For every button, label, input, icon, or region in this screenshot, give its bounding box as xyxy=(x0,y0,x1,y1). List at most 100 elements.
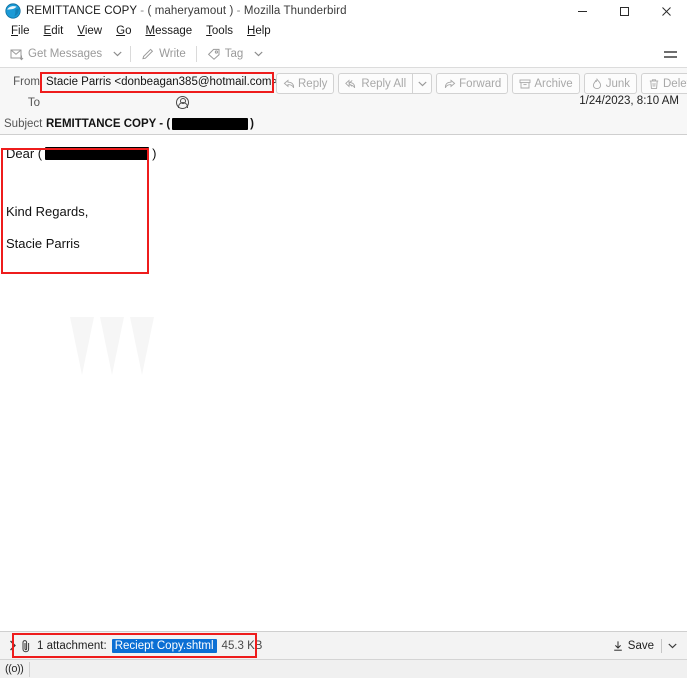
menu-message-label: essage xyxy=(155,25,192,37)
to-label: To xyxy=(4,97,46,109)
header-row-subject: Subject REMITTANCE COPY - ( ) xyxy=(0,113,687,134)
junk-label: Junk xyxy=(606,78,630,90)
menu-go[interactable]: Go xyxy=(109,22,138,40)
minimize-icon xyxy=(577,6,588,17)
write-label: Write xyxy=(159,48,186,60)
forward-label: Forward xyxy=(459,78,501,90)
subject-redaction xyxy=(172,118,248,130)
reply-button[interactable]: Reply xyxy=(276,73,334,94)
status-bar: ((o)) xyxy=(0,659,687,678)
body-signature: Stacie Parris xyxy=(6,235,687,252)
menu-view-key: V xyxy=(77,25,84,37)
body-blank-space xyxy=(6,163,687,203)
window-title-main: REMITTANCE COPY xyxy=(26,5,137,17)
app-menu-button[interactable] xyxy=(659,44,681,64)
archive-button[interactable]: Archive xyxy=(512,73,579,94)
hamburger-menu-icon-bar2 xyxy=(664,56,677,58)
to-address-redacted xyxy=(46,97,171,109)
menu-file[interactable]: File xyxy=(4,22,37,40)
attachment-file-size: 45.3 KB xyxy=(222,640,263,652)
body-closing: Kind Regards, xyxy=(6,203,687,220)
message-date: 1/24/2023, 8:10 AM xyxy=(579,95,679,107)
menu-message-key: M xyxy=(145,25,155,37)
menu-tools[interactable]: Tools xyxy=(199,22,240,40)
chevron-down-icon xyxy=(668,643,677,649)
maximize-icon xyxy=(619,6,630,17)
save-divider xyxy=(661,639,662,653)
subject-prefix: REMITTANCE COPY - ( xyxy=(46,118,170,130)
toolbar-divider-1 xyxy=(130,46,131,62)
menu-view[interactable]: View xyxy=(70,22,109,40)
reply-all-button[interactable]: Reply All xyxy=(338,73,412,94)
attachment-info: 1 attachment: Reciept Copy.shtml 45.3 KB xyxy=(20,639,262,653)
chevron-down-icon xyxy=(418,81,427,87)
menu-edit-label: dit xyxy=(51,25,63,37)
menu-file-label: ile xyxy=(18,25,30,37)
subject-value-container: REMITTANCE COPY - ( ) xyxy=(46,118,254,130)
tag-dropdown[interactable] xyxy=(249,43,267,65)
reply-all-group: Reply All xyxy=(338,73,432,94)
reply-all-label: Reply All xyxy=(361,78,406,90)
message-action-buttons: Reply Reply All xyxy=(276,73,687,94)
tag-label: Tag xyxy=(225,48,244,60)
attachment-expander-button[interactable] xyxy=(6,640,20,651)
archive-box-icon xyxy=(519,78,531,90)
window-title-app: Mozilla Thunderbird xyxy=(244,5,347,17)
thunderbird-window: REMITTANCE COPY - ( maheryamout ) - Mozi… xyxy=(0,0,687,678)
tag-button[interactable]: Tag xyxy=(201,43,250,65)
attachment-bar: 1 attachment: Reciept Copy.shtml 45.3 KB… xyxy=(0,631,687,659)
body-greeting: Dear ( ) xyxy=(6,145,687,162)
window-title: REMITTANCE COPY - ( maheryamout ) - Mozi… xyxy=(26,5,347,17)
menu-tools-label: ools xyxy=(212,25,233,37)
menu-help[interactable]: Help xyxy=(240,22,278,40)
hamburger-menu-icon xyxy=(664,51,677,53)
close-icon xyxy=(661,6,672,17)
get-messages-label: Get Messages xyxy=(28,48,102,60)
window-title-sep2: - xyxy=(233,5,244,17)
expand-right-icon xyxy=(9,640,17,651)
forward-icon xyxy=(443,78,456,90)
body-greeting-suffix: ) xyxy=(152,145,156,162)
junk-button[interactable]: Junk xyxy=(584,73,637,94)
menu-message[interactable]: Message xyxy=(138,22,199,40)
menu-go-label: o xyxy=(125,25,131,37)
from-value-container[interactable]: Stacie Parris <donbeagan385@hotmail.com> xyxy=(46,75,296,88)
delete-label: Delete xyxy=(663,78,687,90)
window-controls xyxy=(561,0,687,22)
menu-view-label: iew xyxy=(85,25,102,37)
close-button[interactable] xyxy=(645,0,687,22)
reply-icon xyxy=(283,78,295,90)
message-body: Dear ( ) Kind Regards, Stacie Parris xyxy=(0,135,687,631)
toolbar-divider-2 xyxy=(196,46,197,62)
download-icon xyxy=(612,640,624,652)
attachment-file-name[interactable]: Reciept Copy.shtml xyxy=(112,639,217,653)
message-header: From Stacie Parris <donbeagan385@hotmail… xyxy=(0,68,687,135)
write-button[interactable]: Write xyxy=(135,43,192,65)
minimize-button[interactable] xyxy=(561,0,603,22)
background-watermark xyxy=(58,313,168,387)
from-label: From xyxy=(4,76,46,88)
forward-button[interactable]: Forward xyxy=(436,73,508,94)
maximize-button[interactable] xyxy=(603,0,645,22)
from-address: Stacie Parris <donbeagan385@hotmail.com> xyxy=(46,76,278,88)
chevron-down-icon xyxy=(254,51,263,57)
menu-edit[interactable]: Edit xyxy=(37,22,71,40)
body-closing-text: Kind Regards, xyxy=(6,203,88,220)
broadcast-signal-icon: ((o)) xyxy=(5,663,23,675)
get-messages-dropdown[interactable] xyxy=(108,43,126,65)
delete-button[interactable]: Delete xyxy=(641,73,687,94)
get-messages-button[interactable]: Get Messages xyxy=(4,43,108,65)
save-dropdown-button[interactable] xyxy=(664,638,681,654)
menu-help-label: elp xyxy=(255,25,270,37)
body-signature-text: Stacie Parris xyxy=(6,235,80,252)
reply-label: Reply xyxy=(298,78,327,90)
thunderbird-icon xyxy=(5,3,21,19)
subject-suffix: ) xyxy=(250,118,254,130)
window-title-sep1: - xyxy=(137,5,148,17)
title-bar: REMITTANCE COPY - ( maheryamout ) - Mozi… xyxy=(0,0,687,22)
to-value-container[interactable] xyxy=(46,96,189,109)
body-greeting-prefix: Dear ( xyxy=(6,145,42,162)
reply-all-dropdown[interactable] xyxy=(412,73,432,94)
save-attachment-button[interactable]: Save xyxy=(607,638,659,654)
junk-flame-icon xyxy=(591,78,603,90)
